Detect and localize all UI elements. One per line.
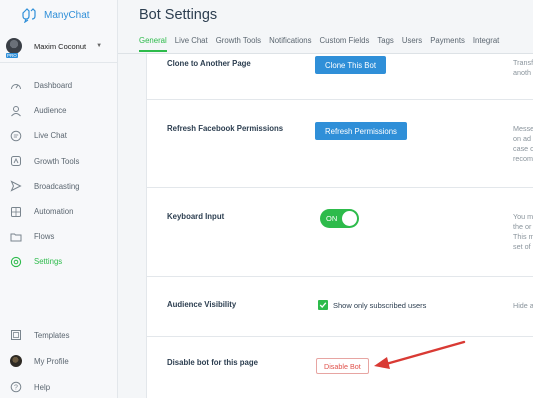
setting-row-refresh-permissions: Refresh Facebook Permissions Refresh Per… <box>147 100 533 188</box>
sidebar-item-label: Broadcasting <box>34 181 80 191</box>
sidebar-item-label: Dashboard <box>34 81 73 91</box>
setting-row-audience-visibility: Audience Visibility Show only subscribed… <box>147 277 533 337</box>
setting-title: Disable bot for this page <box>167 358 258 367</box>
setting-row-keyboard-input: Keyboard Input ON You m the or This m se… <box>147 188 533 277</box>
sidebar-item-label: Settings <box>34 257 63 267</box>
sidebar-item-help[interactable]: ? Help <box>0 374 118 398</box>
tab-growth-tools[interactable]: Growth Tools <box>216 36 261 52</box>
description-line: You m <box>513 212 533 221</box>
sidebar-item-label: Audience <box>34 106 67 116</box>
brand-name: ManyChat <box>44 9 90 21</box>
description-line: Messe <box>513 124 533 133</box>
sidebar-item-growth-tools[interactable]: Growth Tools <box>0 149 118 174</box>
account-name: Maxim Coconut <box>34 41 87 51</box>
chat-icon <box>10 130 22 142</box>
tab-custom-fields[interactable]: Custom Fields <box>320 36 370 52</box>
sidebar-item-label: Flows <box>34 232 55 242</box>
subscribed-only-checkbox[interactable] <box>318 300 328 310</box>
help-icon: ? <box>10 381 22 393</box>
setting-description: Hide a <box>513 301 533 311</box>
description-line: Transf <box>513 58 533 67</box>
setting-title: Refresh Facebook Permissions <box>167 124 284 133</box>
setting-description: Messe on ad case o recom <box>513 124 533 164</box>
settings-panel: Clone to Another Page Clone This Bot Tra… <box>146 54 533 398</box>
sidebar-item-templates[interactable]: Templates <box>0 322 118 348</box>
setting-description: You m the or This m set of <box>513 212 533 252</box>
sidebar-item-my-profile[interactable]: My Profile <box>0 348 118 374</box>
sidebar-item-label: Live Chat <box>34 131 67 141</box>
setting-row-clone: Clone to Another Page Clone This Bot Tra… <box>147 54 533 100</box>
setting-title: Audience Visibility <box>167 300 237 309</box>
description-line: case o <box>513 144 533 153</box>
manychat-logo-icon <box>22 8 36 23</box>
tab-tags[interactable]: Tags <box>377 36 393 52</box>
sidebar-item-label: Templates <box>34 330 70 340</box>
tab-payments[interactable]: Payments <box>430 36 465 52</box>
app-window: ManyChat PRO Maxim Coconut ▼ Dashboard A… <box>0 0 533 398</box>
tab-integrations[interactable]: Integrat <box>473 36 499 52</box>
account-switcher[interactable]: PRO Maxim Coconut ▼ <box>0 30 118 63</box>
growth-icon <box>10 155 22 167</box>
chevron-down-icon: ▼ <box>96 43 103 49</box>
sidebar-item-dashboard[interactable]: Dashboard <box>0 73 118 98</box>
toggle-label: ON <box>326 214 338 223</box>
refresh-permissions-button[interactable]: Refresh Permissions <box>315 122 407 140</box>
description-line: set of <box>513 242 531 251</box>
toggle-knob <box>342 211 357 226</box>
page-title: Bot Settings <box>139 7 218 23</box>
description-line: the or <box>513 222 532 231</box>
avatar <box>10 355 22 367</box>
sidebar-item-automation[interactable]: Automation <box>0 199 118 224</box>
sidebar-item-label: Help <box>34 382 51 392</box>
setting-title: Clone to Another Page <box>167 59 251 68</box>
sidebar: ManyChat PRO Maxim Coconut ▼ Dashboard A… <box>0 0 118 398</box>
description-line: Hide a <box>513 301 533 310</box>
clone-bot-button[interactable]: Clone This Bot <box>315 56 386 74</box>
sidebar-nav: Dashboard Audience Live Chat Growth Tool… <box>0 73 118 275</box>
tab-notifications[interactable]: Notifications <box>269 36 311 52</box>
description-line: anoth <box>513 68 531 77</box>
tab-general[interactable]: General <box>139 36 167 52</box>
sidebar-item-live-chat[interactable]: Live Chat <box>0 123 118 148</box>
setting-description: Transf anoth <box>513 58 533 78</box>
user-icon <box>10 105 22 117</box>
sidebar-bottom-nav: Templates My Profile ? Help <box>0 322 118 398</box>
settings-tabs: General Live Chat Growth Tools Notificat… <box>139 36 507 52</box>
svg-text:?: ? <box>14 385 18 392</box>
brand[interactable]: ManyChat <box>22 7 90 23</box>
account-avatar: PRO <box>6 38 22 58</box>
disable-bot-button[interactable]: Disable Bot <box>316 358 369 374</box>
sidebar-item-broadcasting[interactable]: Broadcasting <box>0 174 118 199</box>
sidebar-item-label: My Profile <box>34 356 69 366</box>
sidebar-item-flows[interactable]: Flows <box>0 224 118 249</box>
send-icon <box>10 180 22 192</box>
description-line: This m <box>513 232 533 241</box>
main-content: Bot Settings General Live Chat Growth To… <box>118 0 533 398</box>
setting-row-disable-bot: Disable bot for this page Disable Bot <box>147 337 533 398</box>
folder-icon <box>10 231 22 243</box>
setting-title: Keyboard Input <box>167 212 225 221</box>
checkbox-label: Show only subscribed users <box>333 301 427 310</box>
sidebar-item-label: Growth Tools <box>34 156 80 166</box>
tab-users[interactable]: Users <box>402 36 422 52</box>
sidebar-item-label: Automation <box>34 207 74 217</box>
check-icon <box>319 302 327 308</box>
description-line: on ad <box>513 134 531 143</box>
sidebar-item-audience[interactable]: Audience <box>0 98 118 123</box>
tab-live-chat[interactable]: Live Chat <box>175 36 208 52</box>
automation-icon <box>10 206 22 218</box>
description-line: recom <box>513 154 533 163</box>
pro-badge: PRO <box>6 53 18 58</box>
annotation-arrow-icon <box>374 340 466 369</box>
dashboard-icon <box>10 80 22 92</box>
keyboard-input-toggle[interactable]: ON <box>320 209 359 228</box>
sidebar-item-settings[interactable]: Settings <box>0 249 118 274</box>
gear-icon <box>10 256 22 268</box>
templates-icon <box>10 329 22 341</box>
